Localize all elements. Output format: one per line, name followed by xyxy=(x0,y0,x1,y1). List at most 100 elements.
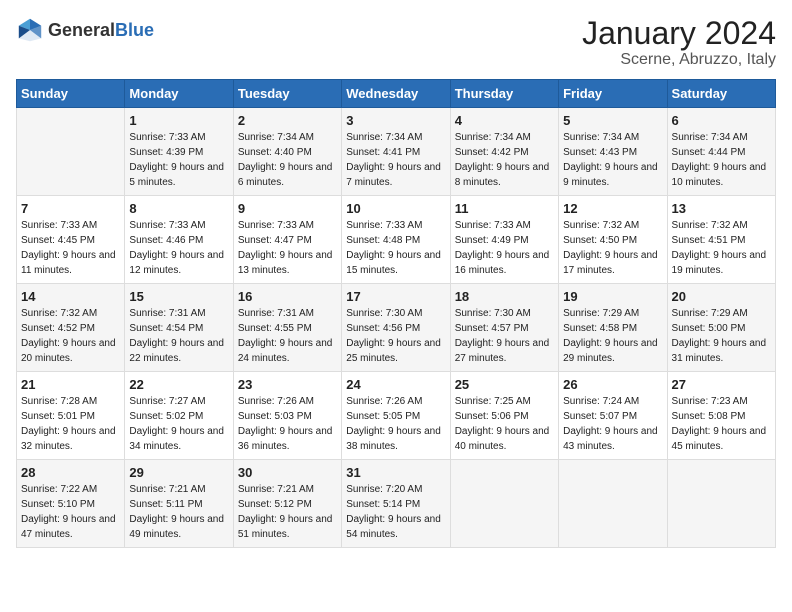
daylight-text: Daylight: 9 hours and 15 minutes. xyxy=(346,250,441,276)
calendar-cell: 29Sunrise: 7:21 AMSunset: 5:11 PMDayligh… xyxy=(125,460,233,548)
day-info: Sunrise: 7:29 AMSunset: 4:58 PMDaylight:… xyxy=(563,306,662,366)
sunset-text: Sunset: 5:06 PM xyxy=(455,411,529,422)
sunrise-text: Sunrise: 7:30 AM xyxy=(455,308,531,319)
day-info: Sunrise: 7:34 AMSunset: 4:42 PMDaylight:… xyxy=(455,130,554,190)
logo: GeneralBlue xyxy=(16,16,154,44)
day-number: 12 xyxy=(563,201,662,216)
calendar-cell: 4 Sunrise: 7:34 AMSunset: 4:42 PMDaylight… xyxy=(450,108,558,196)
daylight-text: Daylight: 9 hours and 10 minutes. xyxy=(672,162,767,188)
sunset-text: Sunset: 5:05 PM xyxy=(346,411,420,422)
daylight-text: Daylight: 9 hours and 5 minutes. xyxy=(129,162,224,188)
sunset-text: Sunset: 4:42 PM xyxy=(455,147,529,158)
daylight-text: Daylight: 9 hours and 22 minutes. xyxy=(129,338,224,364)
sunrise-text: Sunrise: 7:21 AM xyxy=(129,484,205,495)
day-info: Sunrise: 7:33 AMSunset: 4:39 PMDaylight:… xyxy=(129,130,228,190)
day-info: Sunrise: 7:31 AMSunset: 4:54 PMDaylight:… xyxy=(129,306,228,366)
sunset-text: Sunset: 4:48 PM xyxy=(346,235,420,246)
sunrise-text: Sunrise: 7:32 AM xyxy=(672,220,748,231)
day-number: 25 xyxy=(455,377,554,392)
calendar-cell: 15Sunrise: 7:31 AMSunset: 4:54 PMDayligh… xyxy=(125,284,233,372)
calendar-cell xyxy=(559,460,667,548)
sunrise-text: Sunrise: 7:22 AM xyxy=(21,484,97,495)
week-row-1: 7Sunrise: 7:33 AMSunset: 4:45 PMDaylight… xyxy=(17,196,776,284)
week-row-3: 21 Sunrise: 7:28 AMSunset: 5:01 PMDayligh… xyxy=(17,372,776,460)
calendar-cell: 30Sunrise: 7:21 AMSunset: 5:12 PMDayligh… xyxy=(233,460,341,548)
calendar-cell: 7Sunrise: 7:33 AMSunset: 4:45 PMDaylight… xyxy=(17,196,125,284)
calendar-cell: 13Sunrise: 7:32 AMSunset: 4:51 PMDayligh… xyxy=(667,196,775,284)
sunset-text: Sunset: 5:08 PM xyxy=(672,411,746,422)
sunrise-text: Sunrise: 7:34 AM xyxy=(346,132,422,143)
calendar-cell: 25Sunrise: 7:25 AMSunset: 5:06 PMDayligh… xyxy=(450,372,558,460)
calendar-cell: 5 Sunrise: 7:34 AM Sunset: 4:43 PM Daylight… xyxy=(559,108,667,196)
day-info: Sunrise: 7:25 AMSunset: 5:06 PMDaylight:… xyxy=(455,394,554,454)
calendar-cell: 1Sunrise: 7:33 AMSunset: 4:39 PMDaylight… xyxy=(125,108,233,196)
sunrise-text: Sunrise: 7:34 AM xyxy=(563,132,639,143)
sunrise-text: Sunrise: 7:29 AM xyxy=(672,308,748,319)
day-number: 8 xyxy=(129,201,228,216)
day-number: 10 xyxy=(346,201,445,216)
day-info: Sunrise: 7:33 AMSunset: 4:45 PMDaylight:… xyxy=(21,218,120,278)
calendar-cell: 28Sunrise: 7:22 AMSunset: 5:10 PMDayligh… xyxy=(17,460,125,548)
daylight-text: Daylight: 9 hours and 49 minutes. xyxy=(129,514,224,540)
day-info: Sunrise: 7:30 AMSunset: 4:57 PMDaylight:… xyxy=(455,306,554,366)
daylight-text: Daylight: 9 hours and 51 minutes. xyxy=(238,514,333,540)
daylight-text: Daylight: 9 hours and 20 minutes. xyxy=(21,338,116,364)
day-info: Sunrise: 7:34 AMSunset: 4:40 PMDaylight:… xyxy=(238,130,337,190)
header-tuesday: Tuesday xyxy=(233,80,341,108)
day-info: Sunrise: 7:33 AMSunset: 4:49 PMDaylight:… xyxy=(455,218,554,278)
calendar-cell: 3Sunrise: 7:34 AMSunset: 4:41 PMDaylight… xyxy=(342,108,450,196)
day-info: Sunrise: 7:33 AMSunset: 4:48 PMDaylight:… xyxy=(346,218,445,278)
day-number: 4 xyxy=(455,113,554,128)
calendar-cell: 10 Sunrise: 7:33 AMSunset: 4:48 PMDayligh… xyxy=(342,196,450,284)
sunset-text: Sunset: 4:43 PM xyxy=(563,147,637,158)
daylight-text: Daylight: 9 hours and 34 minutes. xyxy=(129,426,224,452)
day-info: Sunrise: 7:28 AMSunset: 5:01 PMDaylight:… xyxy=(21,394,120,454)
sunrise-text: Sunrise: 7:29 AM xyxy=(563,308,639,319)
daylight-text: Daylight: 9 hours and 32 minutes. xyxy=(21,426,116,452)
calendar-cell: 20Sunrise: 7:29 AMSunset: 5:00 PMDayligh… xyxy=(667,284,775,372)
calendar-cell: 17 Sunrise: 7:30 AMSunset: 4:56 PMDayligh… xyxy=(342,284,450,372)
sunset-text: Sunset: 4:45 PM xyxy=(21,235,95,246)
calendar-cell: 6Sunrise: 7:34 AMSunset: 4:44 PMDaylight… xyxy=(667,108,775,196)
day-number: 9 xyxy=(238,201,337,216)
sunset-text: Sunset: 5:10 PM xyxy=(21,499,95,510)
day-number: 17 xyxy=(346,289,445,304)
day-info: Sunrise: 7:21 AMSunset: 5:11 PMDaylight:… xyxy=(129,482,228,542)
logo-text: GeneralBlue xyxy=(48,20,154,41)
sunset-text: Sunset: 4:57 PM xyxy=(455,323,529,334)
day-number: 5 xyxy=(563,113,662,128)
sunrise-text: Sunrise: 7:34 AM xyxy=(238,132,314,143)
week-row-0: 1Sunrise: 7:33 AMSunset: 4:39 PMDaylight… xyxy=(17,108,776,196)
day-number: 14 xyxy=(21,289,120,304)
day-info: Sunrise: 7:21 AMSunset: 5:12 PMDaylight:… xyxy=(238,482,337,542)
day-info: Sunrise: 7:20 AMSunset: 5:14 PMDaylight:… xyxy=(346,482,445,542)
calendar-header-row: SundayMondayTuesdayWednesdayThursdayFrid… xyxy=(17,80,776,108)
sunrise-text: Sunrise: 7:25 AM xyxy=(455,396,531,407)
calendar-cell xyxy=(667,460,775,548)
calendar-cell: 31Sunrise: 7:20 AMSunset: 5:14 PMDayligh… xyxy=(342,460,450,548)
sunrise-text: Sunrise: 7:32 AM xyxy=(21,308,97,319)
day-info: Sunrise: 7:26 AM Sunset: 5:03 PM Daylight:… xyxy=(238,394,337,454)
day-info: Sunrise: 7:30 AMSunset: 4:56 PMDaylight:… xyxy=(346,306,445,366)
day-info: Sunrise: 7:34 AMSunset: 4:44 PMDaylight:… xyxy=(672,130,771,190)
day-info: Sunrise: 7:22 AMSunset: 5:10 PMDaylight:… xyxy=(21,482,120,542)
logo-general: General xyxy=(48,20,115,40)
daylight-text: Daylight: 9 hours and 31 minutes. xyxy=(672,338,767,364)
sunset-text: Sunset: 5:03 PM xyxy=(238,411,312,422)
daylight-text: Daylight: 9 hours and 54 minutes. xyxy=(346,514,441,540)
daylight-text: Daylight: 9 hours and 9 minutes. xyxy=(563,162,658,188)
location-title: Scerne, Abruzzo, Italy xyxy=(582,51,776,69)
calendar-cell: 27Sunrise: 7:23 AMSunset: 5:08 PMDayligh… xyxy=(667,372,775,460)
sunrise-text: Sunrise: 7:31 AM xyxy=(129,308,205,319)
calendar-cell xyxy=(17,108,125,196)
calendar-cell: 12Sunrise: 7:32 AMSunset: 4:50 PMDayligh… xyxy=(559,196,667,284)
sunset-text: Sunset: 5:01 PM xyxy=(21,411,95,422)
daylight-text: Daylight: 9 hours and 36 minutes. xyxy=(238,426,333,452)
day-number: 13 xyxy=(672,201,771,216)
daylight-text: Daylight: 9 hours and 8 minutes. xyxy=(455,162,550,188)
sunset-text: Sunset: 4:55 PM xyxy=(238,323,312,334)
sunrise-text: Sunrise: 7:26 AM xyxy=(238,396,314,407)
sunset-text: Sunset: 4:47 PM xyxy=(238,235,312,246)
calendar-cell: 21 Sunrise: 7:28 AMSunset: 5:01 PMDayligh… xyxy=(17,372,125,460)
day-number: 21 xyxy=(21,377,120,392)
